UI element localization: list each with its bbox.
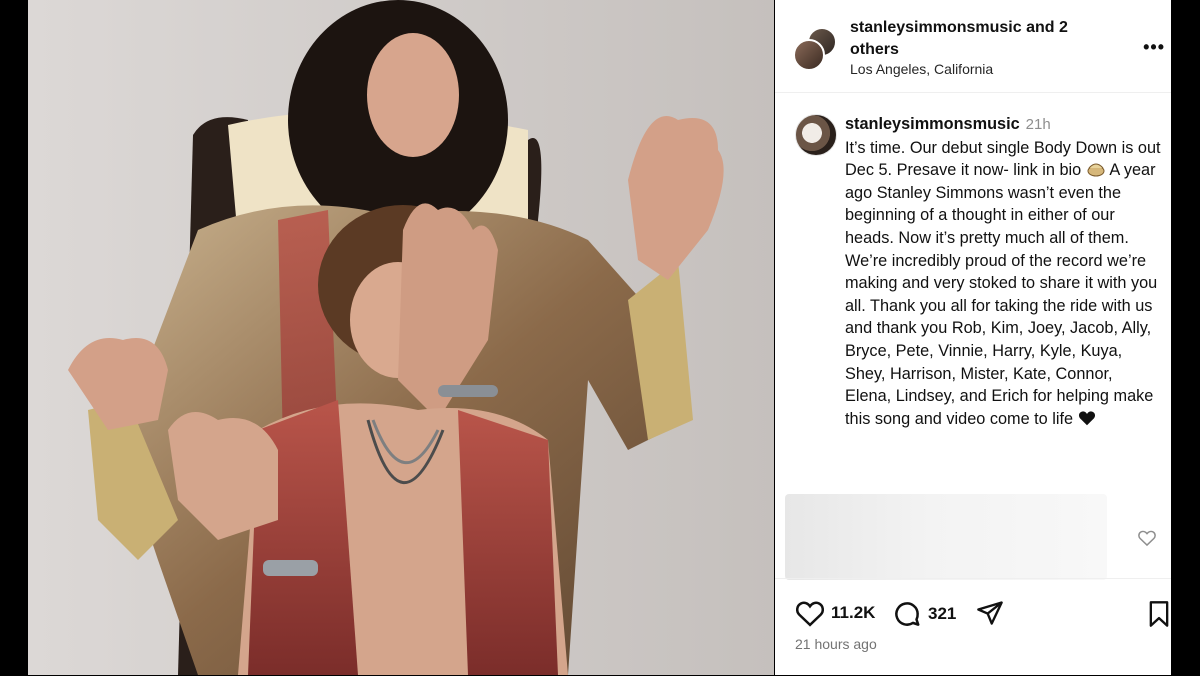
comment-icon[interactable] (892, 599, 922, 629)
sparkles-emoji-icon (1086, 160, 1106, 178)
comment-count[interactable]: 321 (928, 604, 956, 624)
avatar[interactable] (795, 114, 837, 156)
caption-username[interactable]: stanleysimmonsmusic (845, 115, 1020, 133)
collab-avatars[interactable] (793, 27, 837, 71)
share-icon[interactable] (975, 599, 1005, 627)
post-photo[interactable] (28, 0, 774, 675)
screenshot-frame: stanleysimmonsmusic and 2 others Los Ang… (0, 0, 1200, 675)
location-link[interactable]: Los Angeles, California (850, 61, 993, 77)
like-count[interactable]: 11.2K (831, 603, 875, 623)
avatar[interactable] (793, 39, 825, 71)
caption-time: 21h (1025, 116, 1051, 133)
heart-icon[interactable] (795, 599, 825, 627)
post-actions: 11.2K 321 21 hours ago (775, 578, 1171, 676)
caption-text-continued: A year ago Stanley Simmons wasn’t even t… (845, 161, 1158, 428)
share-button[interactable] (975, 599, 1005, 627)
post-authors[interactable]: stanleysimmonsmusic and 2 others (850, 17, 1120, 61)
bookmark-icon[interactable] (1147, 600, 1171, 628)
like-button[interactable]: 11.2K (795, 599, 875, 627)
black-heart-emoji-icon (1078, 410, 1096, 426)
photo-illustration (28, 0, 774, 675)
post-header: stanleysimmonsmusic and 2 others Los Ang… (775, 0, 1171, 93)
comment-like-icon[interactable] (1137, 528, 1157, 548)
author-username[interactable]: stanleysimmonsmusic (850, 19, 1022, 36)
right-edge-bar (1171, 0, 1200, 675)
blurred-comment (785, 494, 1107, 580)
post-timestamp[interactable]: 21 hours ago (795, 636, 877, 652)
more-horizontal-icon[interactable]: ••• (1143, 37, 1165, 58)
post-side-panel: stanleysimmonsmusic and 2 others Los Ang… (775, 0, 1171, 675)
save-button[interactable] (1147, 600, 1171, 633)
post-caption: stanleysimmonsmusic 21h It’s time. Our de… (845, 113, 1163, 430)
comment-button[interactable]: 321 (892, 599, 956, 629)
